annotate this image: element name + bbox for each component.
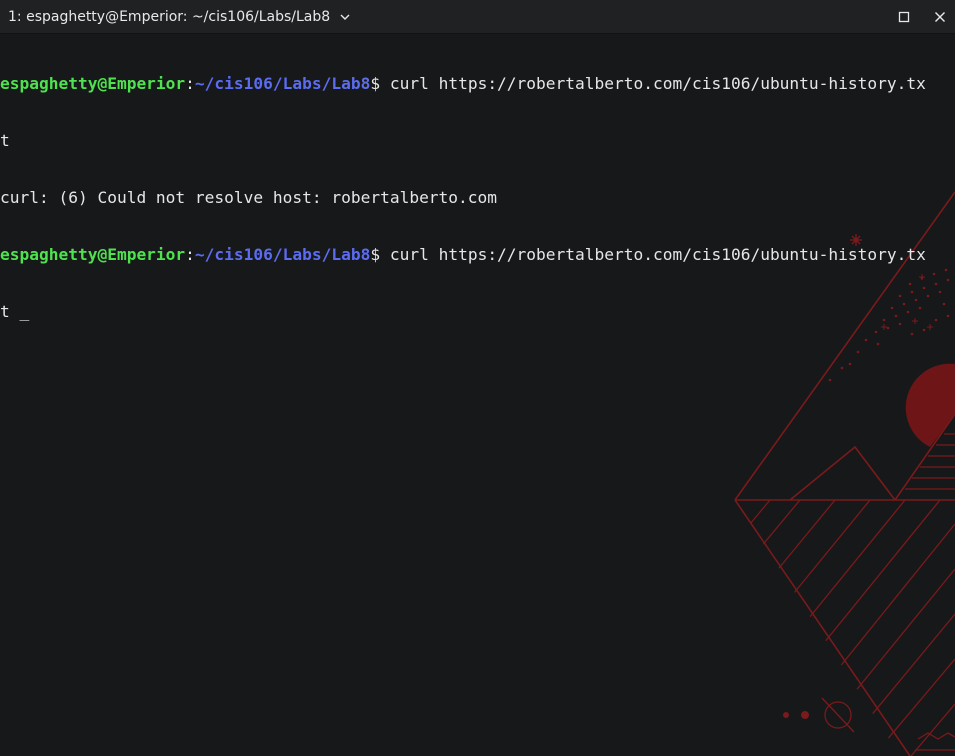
prompt-colon: : <box>185 74 195 93</box>
prompt-path: ~/cis106/Labs/Lab8 <box>194 245 371 264</box>
prompt-colon: : <box>185 245 195 264</box>
terminal-output: espaghetty@Emperior:~/cis106/Labs/Lab8$ … <box>0 36 926 359</box>
terminal-area[interactable]: espaghetty@Emperior:~/cis106/Labs/Lab8$ … <box>0 34 955 756</box>
tab-title: 1: espaghetty@Emperior: ~/cis106/Labs/La… <box>8 9 331 25</box>
prompt-line: espaghetty@Emperior:~/cis106/Labs/Lab8$ … <box>0 74 926 93</box>
prompt-line: espaghetty@Emperior:~/cis106/Labs/Lab8$ … <box>0 245 926 264</box>
title-bar: 1: espaghetty@Emperior: ~/cis106/Labs/La… <box>0 0 955 34</box>
prompt-symbol: $ <box>370 74 390 93</box>
command-text: curl https://robertalberto.com/cis106/ub… <box>389 74 926 93</box>
output-line: t <box>0 131 10 150</box>
terminal-tab[interactable]: 1: espaghetty@Emperior: ~/cis106/Labs/La… <box>8 0 351 34</box>
terminal-window: 1: espaghetty@Emperior: ~/cis106/Labs/La… <box>0 0 955 756</box>
prompt-user-host: espaghetty@Emperior <box>0 74 186 93</box>
prompt-path: ~/cis106/Labs/Lab8 <box>194 74 371 93</box>
prompt-user-host: espaghetty@Emperior <box>0 245 186 264</box>
chevron-down-icon[interactable] <box>339 11 351 23</box>
input-line[interactable]: t _ <box>0 302 926 321</box>
close-icon[interactable] <box>929 6 951 28</box>
prompt-symbol: $ <box>370 245 390 264</box>
maximize-icon[interactable] <box>893 6 915 28</box>
text-cursor: _ <box>19 302 30 321</box>
input-text: t <box>0 302 20 321</box>
error-line: curl: (6) Could not resolve host: robert… <box>0 188 498 207</box>
command-text: curl https://robertalberto.com/cis106/ub… <box>389 245 926 264</box>
